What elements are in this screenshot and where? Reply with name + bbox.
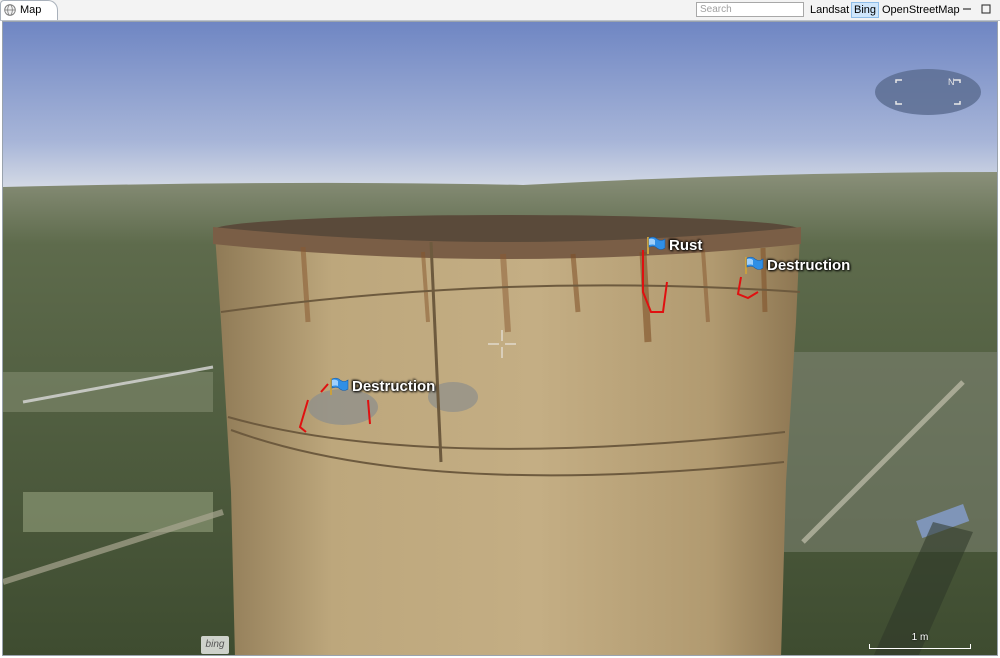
maximize-icon[interactable] bbox=[978, 1, 994, 17]
svg-text:N: N bbox=[948, 77, 955, 87]
marker-rust[interactable]: Rust bbox=[646, 236, 702, 254]
tab-map-label: Map bbox=[20, 4, 42, 16]
marker-label: Rust bbox=[669, 236, 703, 254]
scale-bar: 1 m bbox=[865, 632, 975, 652]
flag-icon bbox=[330, 377, 349, 395]
layer-bing-button[interactable]: Bing bbox=[851, 2, 880, 18]
bing-attribution-logo: bing bbox=[201, 636, 229, 654]
tab-bar: Map Landsat Bing OpenStreetMap bbox=[0, 0, 1000, 21]
marker-destruction-left[interactable]: Destruction bbox=[329, 377, 435, 395]
map-viewport[interactable]: N Rust Destruction Destruction bing 1 m bbox=[2, 21, 998, 656]
scale-line bbox=[869, 644, 971, 649]
search-input[interactable] bbox=[696, 2, 804, 17]
crosshair-icon bbox=[488, 330, 516, 358]
layer-landsat-button[interactable]: Landsat bbox=[808, 2, 851, 18]
scale-label: 1 m bbox=[911, 632, 929, 643]
flag-icon bbox=[745, 256, 764, 274]
damage-patch-2 bbox=[428, 382, 478, 412]
sky bbox=[3, 22, 997, 192]
flag-icon bbox=[647, 236, 666, 254]
marker-label: Destruction bbox=[352, 377, 436, 395]
globe-icon bbox=[4, 4, 16, 16]
compass-icon[interactable]: N bbox=[874, 68, 982, 116]
minimize-icon[interactable] bbox=[959, 1, 975, 17]
marker-label: Destruction bbox=[767, 256, 851, 274]
tab-map[interactable]: Map bbox=[0, 0, 58, 20]
field-1 bbox=[3, 372, 213, 412]
layer-openstreetmap-button[interactable]: OpenStreetMap bbox=[880, 2, 962, 18]
marker-destruction-right[interactable]: Destruction bbox=[744, 256, 850, 274]
